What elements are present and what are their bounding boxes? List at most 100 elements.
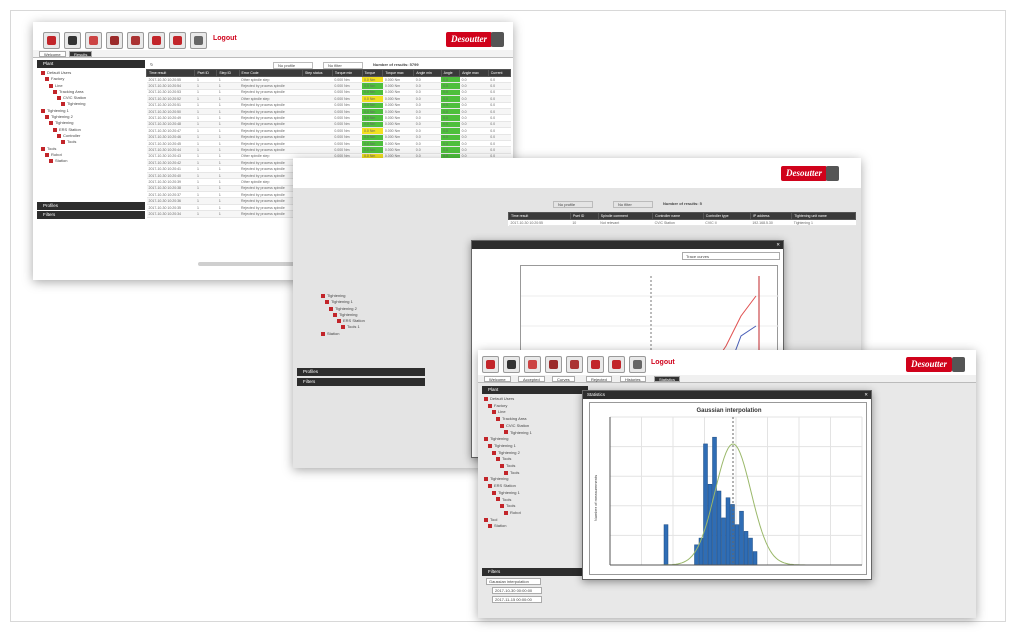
histogram-bar bbox=[707, 484, 713, 566]
tab-welcome[interactable]: Welcome bbox=[39, 51, 66, 57]
tree-node[interactable]: ERS Station bbox=[484, 483, 532, 490]
curves-toolbar: Desoutter bbox=[293, 158, 861, 188]
column-header[interactable]: Error Code bbox=[238, 69, 303, 77]
column-header[interactable]: Spindle comment bbox=[597, 212, 654, 220]
tree-node[interactable]: Tools bbox=[484, 456, 532, 463]
table-row[interactable]: 2017-10-30 10:20:55 10 Not relevant CVIC St… bbox=[508, 219, 856, 227]
column-header[interactable]: IP address bbox=[749, 212, 793, 220]
tool-icon-3[interactable] bbox=[503, 356, 520, 373]
settings-icon-3[interactable] bbox=[482, 356, 499, 373]
tree-node[interactable]: Station bbox=[484, 523, 532, 530]
plant-panel-header[interactable]: Plant bbox=[37, 60, 145, 68]
curve-icon[interactable] bbox=[106, 32, 123, 49]
edit-icon-3[interactable] bbox=[524, 356, 541, 373]
statistics-window: Logout Desoutter Welcome Accepted Curves Re… bbox=[478, 350, 976, 618]
tree-node[interactable]: Station bbox=[41, 158, 86, 164]
tree-node[interactable]: Tools bbox=[484, 497, 532, 504]
node-icon bbox=[57, 96, 61, 101]
chart-icon-3[interactable] bbox=[566, 356, 583, 373]
filter-type-select[interactable]: Gaussian interpolation bbox=[486, 578, 541, 585]
tab-accepted[interactable]: Accepted bbox=[518, 376, 545, 382]
column-header[interactable]: Angle max bbox=[459, 69, 489, 77]
filter-select[interactable]: No filter bbox=[323, 62, 363, 69]
filter-select-2[interactable]: No filter bbox=[613, 201, 653, 208]
column-header[interactable]: Time result bbox=[508, 212, 571, 220]
report-icon-3[interactable] bbox=[629, 356, 646, 373]
tree-node[interactable]: Tools bbox=[484, 470, 532, 477]
tree-node[interactable]: Line bbox=[484, 409, 532, 416]
tree-node[interactable]: CVIC Station bbox=[484, 423, 532, 430]
tree-node[interactable]: Tightening bbox=[484, 476, 532, 483]
column-header[interactable]: Current bbox=[487, 69, 512, 77]
profiles-panel-header-2[interactable]: Profiles bbox=[297, 368, 425, 376]
column-header[interactable]: Tightening unit name bbox=[791, 212, 856, 220]
curve-icon-3[interactable] bbox=[545, 356, 562, 373]
tree-node-label: Station bbox=[327, 330, 340, 336]
node-icon bbox=[329, 306, 333, 311]
column-header[interactable]: Angle min bbox=[413, 69, 442, 77]
column-header[interactable]: Pset ID bbox=[569, 212, 599, 220]
column-header[interactable]: Controller name bbox=[652, 212, 704, 220]
close-icon-3[interactable]: ✕ bbox=[864, 391, 868, 399]
filter-to-field[interactable]: 2017-11-15 00:00:00 bbox=[492, 596, 542, 603]
column-header[interactable]: Angle bbox=[440, 69, 461, 77]
profile-select-2[interactable]: No profile bbox=[553, 201, 593, 208]
grid-toolbar: ↻ No profile No filter Number of results… bbox=[148, 61, 508, 69]
filter-from-field[interactable]: 2017-10-30 00:00:00 bbox=[492, 587, 542, 594]
column-header[interactable]: Controller type bbox=[702, 212, 751, 220]
gaussian-chart-svg: Gaussian interpolation Number of measure… bbox=[593, 408, 863, 566]
column-header[interactable]: Time result bbox=[145, 69, 196, 77]
tree-node[interactable]: Tightening 2 bbox=[484, 450, 532, 457]
logout-link[interactable]: Logout bbox=[213, 35, 237, 42]
tab-results[interactable]: Results bbox=[69, 51, 93, 57]
tree-node[interactable]: Tools bbox=[484, 503, 532, 510]
report-icon[interactable] bbox=[190, 32, 207, 49]
tree-node[interactable]: Default Users bbox=[484, 396, 532, 403]
column-header[interactable]: Torque bbox=[361, 69, 384, 77]
profiles-panel-header[interactable]: Profiles bbox=[37, 202, 145, 210]
tab-welcome[interactable]: Welcome bbox=[484, 376, 511, 382]
list-icon[interactable] bbox=[148, 32, 165, 49]
plant-panel-header-3[interactable]: Plant bbox=[482, 386, 588, 394]
settings-icon[interactable] bbox=[43, 32, 60, 49]
filters-panel-header-3[interactable]: Filters bbox=[482, 568, 588, 576]
column-header[interactable]: Pset ID bbox=[194, 69, 218, 77]
close-icon[interactable]: ✕ bbox=[776, 241, 780, 249]
filters-panel-header-2[interactable]: Filters bbox=[297, 378, 425, 386]
tree-node[interactable]: Tightening 1 bbox=[484, 490, 532, 497]
chart-icon[interactable] bbox=[127, 32, 144, 49]
tool-icon[interactable] bbox=[64, 32, 81, 49]
tab-curves[interactable]: Curves bbox=[552, 376, 575, 382]
logout-link-3[interactable]: Logout bbox=[651, 359, 675, 366]
column-header[interactable]: Torque max bbox=[382, 69, 415, 77]
trace-selector[interactable]: Trace curves bbox=[682, 252, 780, 260]
tree-node[interactable]: Station bbox=[321, 331, 365, 337]
column-header[interactable]: Step ID bbox=[216, 69, 240, 77]
tree-node[interactable]: Robot bbox=[484, 510, 532, 517]
tree-node[interactable]: Tightening bbox=[484, 436, 532, 443]
tree-node[interactable]: Tightening 1 bbox=[484, 443, 532, 450]
statistics-dialog-title: Statistics bbox=[587, 392, 606, 397]
export-icon[interactable] bbox=[169, 32, 186, 49]
tree-node[interactable]: Factory bbox=[484, 403, 532, 410]
tree-node[interactable]: Tracking Area bbox=[484, 416, 532, 423]
tree-node[interactable]: Tool bbox=[484, 517, 532, 524]
list-icon-3[interactable] bbox=[587, 356, 604, 373]
column-header[interactable]: Step status bbox=[301, 69, 333, 77]
tab-histories[interactable]: Histories bbox=[620, 376, 646, 382]
column-header[interactable]: Torque min bbox=[331, 69, 363, 77]
tree-node[interactable]: Tightening 1 bbox=[484, 430, 532, 437]
node-icon bbox=[488, 484, 492, 489]
export-icon-3[interactable] bbox=[608, 356, 625, 373]
refresh-icon[interactable]: ↻ bbox=[150, 62, 153, 67]
tree-node-label: Line bbox=[498, 409, 506, 415]
tree-node[interactable]: Tools bbox=[484, 463, 532, 470]
filters-panel-header[interactable]: Filters bbox=[37, 211, 145, 219]
edit-icon[interactable] bbox=[85, 32, 102, 49]
tree-node-label: Tools bbox=[506, 503, 516, 509]
profile-select[interactable]: No profile bbox=[273, 62, 313, 69]
tab-rejected[interactable]: Rejected bbox=[586, 376, 612, 382]
stats-tree: Default Users Factory Line Tracking Area CVI… bbox=[484, 396, 532, 530]
tab-statistics[interactable]: Statistics bbox=[654, 376, 681, 382]
tree-node-label: Tool bbox=[490, 516, 498, 522]
